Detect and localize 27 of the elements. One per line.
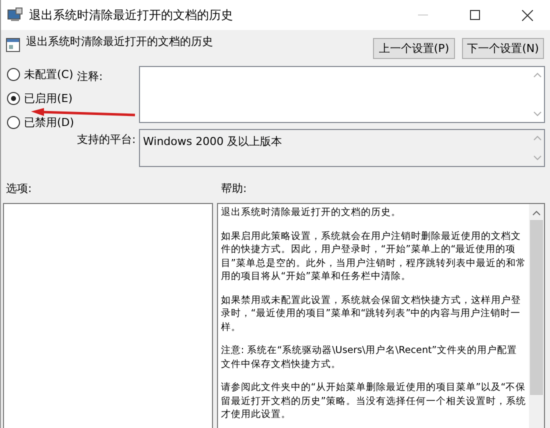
nav-button[interactable]: 上一个设置(P) bbox=[373, 38, 455, 58]
options-label: 选项: bbox=[6, 181, 33, 197]
platform-label: 支持的平台: bbox=[77, 132, 136, 147]
policy-title: 退出系统时清除最近打开的文档的历史 bbox=[26, 34, 213, 49]
comment-label: 注释: bbox=[77, 69, 103, 84]
scroll-up-icon bbox=[532, 72, 542, 78]
maximize-icon bbox=[470, 10, 480, 20]
scroll-down-icon bbox=[532, 155, 542, 161]
radio-option[interactable]: 已禁用(D) bbox=[7, 114, 82, 130]
scroll-down-icon bbox=[532, 111, 542, 117]
help-paragraph: 请参阅此文件夹中的“从开始菜单删除最近使用的项目菜单”以及“不保留最近打开文档的历史”策略。当没有选择任何一个相关设置时，系统才使用此设置。 bbox=[220, 381, 526, 422]
help-label: 帮助: bbox=[221, 181, 247, 197]
comment-field[interactable] bbox=[139, 66, 545, 123]
close-icon bbox=[522, 10, 532, 20]
window-title: 退出系统时清除最近打开的文档的历史 bbox=[29, 6, 233, 24]
help-paragraph: 退出系统时清除最近打开的文档的历史。 bbox=[220, 206, 402, 220]
scrollbar[interactable] bbox=[529, 204, 544, 428]
scroll-up-icon bbox=[532, 135, 542, 141]
help-paragraph: 如果启用此策略设置，系统就会在用户注销时删除最近使用的文档文件的快捷方式。因此，用户登录时，“开始”菜单上的“最近使用的项目”菜单总是空的。此外，当用户注销时，程序跳转列表中最近的和常用的项目将从“开始”菜单和任务栏中清除。 bbox=[220, 230, 526, 284]
help-paragraph: 如果禁用或未配置此设置，系统就会保留文档快捷方式，这样用户登录时，“最近使用的项目”菜单和“跳转列表”中的内容与用户注销时一样。 bbox=[220, 294, 522, 334]
help-paragraph: 注意: 系统在“系统驱动器\Users\用户名\Recent”文件夹的用户配置文件中保存文档快捷方式。 bbox=[220, 344, 518, 371]
platform-field: Windows 2000 及以上版本 bbox=[139, 129, 545, 167]
app-icon bbox=[7, 7, 23, 23]
nav-button[interactable]: 下一个设置(N) bbox=[462, 38, 544, 58]
policy-icon bbox=[6, 38, 20, 52]
scroll-up-icon bbox=[532, 210, 541, 216]
radio-option[interactable]: 已启用(E) bbox=[7, 90, 82, 106]
